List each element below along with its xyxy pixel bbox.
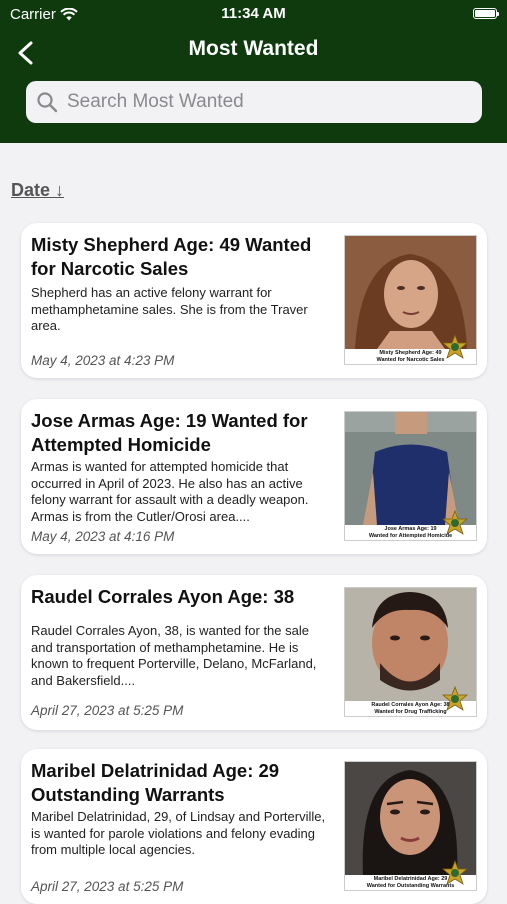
- portrait-image: [345, 762, 476, 875]
- photo-caption: Raudel Corrales Ayon Age: 38 Wanted for …: [371, 702, 450, 715]
- header-bar: Carrier 11:34 AM Most Wanted: [0, 0, 507, 143]
- item-title: Misty Shepherd Age: 49 Wanted for Narcot…: [31, 234, 312, 279]
- page-title: Most Wanted: [188, 37, 319, 60]
- photo-caption: Misty Shepherd Age: 49 Wanted for Narcot…: [376, 350, 445, 363]
- photo-caption: Jose Armas Age: 19 Wanted for Attempted …: [368, 526, 453, 539]
- item-date: May 4, 2023 at 4:23 PM: [31, 353, 175, 368]
- list-item[interactable]: Jose Armas Age: 19 Wanted for Attempted …: [21, 399, 487, 554]
- search-icon: [37, 92, 58, 113]
- photo-caption: Maribel Delatrinidad Age: 29 Wanted for …: [366, 876, 455, 889]
- portrait-image: [345, 588, 476, 701]
- item-description: Raudel Corrales Ayon, 38, is wanted for …: [31, 623, 317, 688]
- item-description: Shepherd has an active felony warrant fo…: [31, 285, 308, 333]
- suspect-photo: Misty Shepherd Age: 49 Wanted for Narcot…: [344, 235, 477, 365]
- status-time: 11:34 AM: [221, 5, 286, 22]
- status-bar: Carrier 11:34 AM: [0, 0, 507, 28]
- suspect-photo: Jose Armas Age: 19 Wanted for Attempted …: [344, 411, 477, 541]
- item-date: April 27, 2023 at 5:25 PM: [31, 703, 184, 718]
- sort-by-date-button[interactable]: Date ↓: [11, 180, 64, 201]
- battery-icon: [473, 8, 499, 19]
- item-date: April 27, 2023 at 5:25 PM: [31, 879, 184, 894]
- search-bar[interactable]: [26, 81, 482, 123]
- item-title: Maribel Delatrinidad Age: 29 Outstanding…: [31, 760, 280, 805]
- list-item[interactable]: Misty Shepherd Age: 49 Wanted for Narcot…: [21, 223, 487, 378]
- portrait-image: [345, 236, 476, 349]
- portrait-image: [345, 412, 476, 525]
- suspect-photo: Maribel Delatrinidad Age: 29 Wanted for …: [344, 761, 477, 891]
- list-item[interactable]: Maribel Delatrinidad Age: 29 Outstanding…: [21, 749, 487, 904]
- item-description: Maribel Delatrinidad, 29, of Lindsay and…: [31, 809, 326, 857]
- item-title: Raudel Corrales Ayon Age: 38: [31, 586, 295, 607]
- search-input[interactable]: [65, 90, 449, 114]
- item-date: May 4, 2023 at 4:16 PM: [31, 529, 175, 544]
- suspect-photo: Raudel Corrales Ayon Age: 38 Wanted for …: [344, 587, 477, 717]
- item-title: Jose Armas Age: 19 Wanted for Attempted …: [31, 410, 308, 455]
- list-item[interactable]: Raudel Corrales Ayon Age: 38 Raudel Corr…: [21, 575, 487, 730]
- item-description: Armas is wanted for attempted homicide t…: [31, 459, 309, 524]
